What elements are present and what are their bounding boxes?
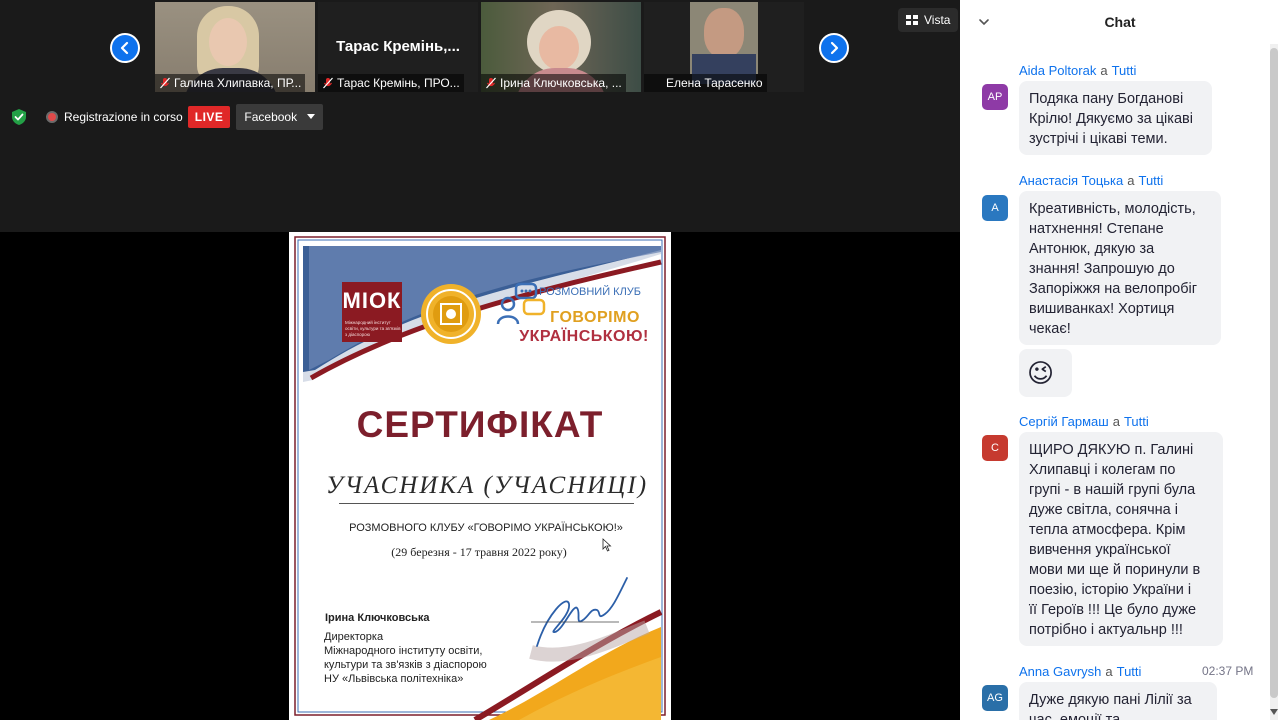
zoom-window: Галина Хлипавка, ПР... Тарас Кремінь,...… bbox=[0, 0, 1280, 720]
avatar: AG bbox=[982, 685, 1008, 711]
record-icon bbox=[46, 111, 58, 123]
sender-name[interactable]: Aida Poltorak bbox=[1019, 63, 1096, 78]
message-bubble[interactable]: ЩИРО ДЯКУЮ п. Галині Хлипавці і колегам … bbox=[1019, 432, 1223, 646]
certificate-title: СЕРТИФІКАТ bbox=[356, 404, 604, 445]
view-label: Vista bbox=[924, 13, 951, 27]
club-label: РОЗМОВНИЙ КЛУБ bbox=[539, 286, 641, 298]
scroll-down-icon[interactable] bbox=[1270, 706, 1278, 718]
participant-tile[interactable]: Елена Тарасенко bbox=[644, 2, 804, 92]
message-header: Anna Gavrysh a Tutti bbox=[1019, 664, 1142, 679]
participant-display-name: Тарас Кремінь,... bbox=[336, 38, 460, 55]
next-page-button[interactable] bbox=[819, 33, 849, 63]
meeting-area: Галина Хлипавка, ПР... Тарас Кремінь,...… bbox=[0, 0, 960, 720]
caret-down-icon bbox=[307, 114, 316, 119]
signer-name: Ірина Ключковська bbox=[325, 612, 430, 624]
signature bbox=[531, 577, 628, 647]
participant-tile[interactable]: Галина Хлипавка, ПР... bbox=[155, 2, 315, 92]
signer-role: Директорка Міжнародного інституту освіти… bbox=[324, 631, 487, 685]
mic-muted-icon bbox=[323, 77, 333, 89]
view-button[interactable]: Vista bbox=[898, 8, 959, 32]
sender-name[interactable]: Анастасія Тоцька bbox=[1019, 173, 1123, 188]
grid-view-icon bbox=[906, 15, 918, 25]
live-badge[interactable]: LIVE bbox=[187, 106, 231, 128]
wink-emoji-icon: 😉 bbox=[1027, 358, 1055, 388]
emoji-bubble[interactable]: 😉 bbox=[1019, 349, 1072, 397]
chat-title: Chat bbox=[1104, 14, 1136, 30]
mic-muted-icon bbox=[160, 77, 170, 89]
mouse-cursor-icon bbox=[602, 538, 612, 552]
avatar: A bbox=[982, 195, 1008, 221]
recipient-name[interactable]: Tutti bbox=[1112, 63, 1137, 78]
message-header: Анастасія Тоцька a Tutti bbox=[1019, 173, 1164, 188]
divider bbox=[339, 503, 634, 504]
chevron-left-icon bbox=[120, 41, 129, 55]
club-title: ГОВОРІМО bbox=[550, 309, 640, 326]
chat-panel: Chat Aida Poltorak a Tutti AP Подяка пану … bbox=[960, 0, 1280, 720]
participant-name-bar: Галина Хлипавка, ПР... bbox=[155, 74, 306, 92]
participant-name-bar: Елена Тарасенко bbox=[644, 74, 767, 92]
participant-name: Ірина Ключковська, ... bbox=[500, 76, 622, 90]
avatar: AP bbox=[982, 84, 1008, 110]
message-bubble[interactable]: Подяка пану Богданові Крілю! Дякуємо за … bbox=[1019, 81, 1212, 155]
recipient-name[interactable]: Tutti bbox=[1124, 414, 1149, 429]
shield-icon[interactable] bbox=[10, 108, 28, 126]
miok-logo: МІОК Міжнародний інститут освіти, культу… bbox=[342, 282, 402, 342]
message-header: Aida Poltorak a Tutti bbox=[1019, 63, 1137, 78]
status-row: Registrazione in corso LIVE Facebook bbox=[10, 104, 324, 130]
participant-strip: Галина Хлипавка, ПР... Тарас Кремінь,...… bbox=[0, 0, 960, 232]
chevron-right-icon bbox=[830, 41, 839, 55]
recording-indicator[interactable]: Registrazione in corso bbox=[46, 110, 183, 124]
chat-header: Chat bbox=[960, 0, 1280, 44]
message-bubble[interactable]: Дуже дякую пані Лілії за час, емоції та bbox=[1019, 682, 1217, 720]
recording-label: Registrazione in corso bbox=[64, 110, 183, 124]
stream-target-dropdown[interactable]: Facebook bbox=[236, 104, 324, 130]
certificate-club-name: РОЗМОВНОГО КЛУБУ «ГОВОРІМО УКРАЇНСЬКОЮ!» bbox=[349, 522, 623, 534]
sender-name[interactable]: Сергій Гармаш bbox=[1019, 414, 1109, 429]
participant-name: Елена Тарасенко bbox=[666, 76, 763, 90]
message-bubble[interactable]: Креативність, молодість, натхнення! Степ… bbox=[1019, 191, 1221, 345]
recipient-name[interactable]: Tutti bbox=[1117, 664, 1142, 679]
avatar: С bbox=[982, 435, 1008, 461]
participant-name-bar: Тарас Кремінь, ПРО... bbox=[318, 74, 464, 92]
chat-scrollbar-thumb[interactable] bbox=[1270, 48, 1278, 698]
message-time: 02:37 PM bbox=[1202, 664, 1254, 678]
certificate-dates: (29 березня - 17 травня 2022 року) bbox=[391, 545, 567, 559]
sender-name[interactable]: Anna Gavrysh bbox=[1019, 664, 1101, 679]
shared-certificate: МІОК Міжнародний інститут освіти, культу… bbox=[289, 232, 671, 720]
previous-page-button[interactable] bbox=[110, 33, 140, 63]
message-header: Сергій Гармаш a Tutti bbox=[1019, 414, 1149, 429]
seal-icon bbox=[421, 284, 481, 344]
participant-tile[interactable]: Тарас Кремінь,... Тарас Кремінь, ПРО... bbox=[318, 2, 478, 92]
stream-target-label: Facebook bbox=[244, 110, 298, 124]
recipient-name[interactable]: Tutti bbox=[1138, 173, 1163, 188]
certificate-subtitle: УЧАСНИКА (УЧАСНИЦІ) bbox=[325, 472, 649, 499]
participant-name: Галина Хлипавка, ПР... bbox=[174, 76, 302, 90]
club-title-secondary: УКРАЇНСЬКОЮ! bbox=[519, 328, 649, 345]
mic-muted-icon bbox=[486, 77, 496, 89]
participant-name: Тарас Кремінь, ПРО... bbox=[337, 76, 460, 90]
participant-tile[interactable]: Ірина Ключковська, ... bbox=[481, 2, 641, 92]
participant-name-bar: Ірина Ключковська, ... bbox=[481, 74, 626, 92]
